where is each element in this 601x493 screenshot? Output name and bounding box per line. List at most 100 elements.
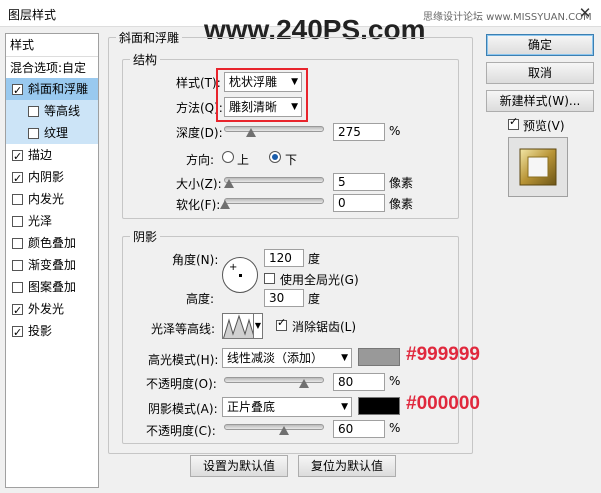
size-field[interactable]: 5	[333, 173, 385, 191]
angle-field[interactable]: 120	[264, 249, 304, 267]
chevron-down-icon: ▼	[341, 353, 348, 363]
sidebar-item-3[interactable]: 描边	[6, 144, 98, 168]
chevron-down-icon[interactable]: ▼	[254, 313, 263, 339]
sidebar-item-11[interactable]: 投影	[6, 320, 98, 344]
sidebar-item-label: 投影	[28, 324, 53, 338]
altitude-label: 高度:	[186, 292, 215, 306]
shadow-opacity-field[interactable]: 60	[333, 420, 385, 438]
sidebar-item-0[interactable]: 斜面和浮雕	[6, 78, 98, 102]
sidebar-item-checkbox[interactable]	[12, 215, 23, 227]
global-light-checkbox[interactable]	[264, 273, 275, 284]
direction-up-label: 上	[237, 153, 250, 167]
angle-unit: 度	[308, 252, 321, 266]
chevron-down-icon: ▼	[341, 402, 348, 412]
sidebar-item-checkbox[interactable]	[12, 146, 23, 168]
sidebar-item-6[interactable]: 光泽	[6, 210, 98, 232]
anti-alias-checkbox[interactable]	[276, 316, 287, 331]
new-style-button[interactable]: 新建样式(W)...	[486, 90, 594, 112]
sidebar-item-9[interactable]: 图案叠加	[6, 276, 98, 298]
sidebar-item-checkbox[interactable]	[12, 281, 23, 293]
depth-field[interactable]: 275	[333, 123, 385, 141]
shadow-color-swatch[interactable]	[358, 397, 400, 415]
highlight-opacity-field[interactable]: 80	[333, 373, 385, 391]
highlight-opacity-handle[interactable]	[299, 379, 309, 388]
sidebar-item-checkbox[interactable]	[12, 300, 23, 322]
size-slider-handle[interactable]	[224, 179, 234, 188]
cancel-button[interactable]: 取消	[486, 62, 594, 84]
sidebar-item-checkbox[interactable]	[12, 168, 23, 190]
soften-field[interactable]: 0	[333, 194, 385, 212]
sidebar-item-checkbox[interactable]	[12, 193, 23, 205]
sidebar-item-checkbox[interactable]	[12, 322, 23, 344]
highlight-opacity-label: 不透明度(O):	[146, 377, 217, 391]
styles-sidebar: 样式 混合选项:自定 斜面和浮雕等高线纹理描边内阴影内发光光泽颜色叠加渐变叠加图…	[5, 33, 99, 488]
size-slider[interactable]	[224, 177, 324, 183]
highlight-color-swatch[interactable]	[358, 348, 400, 366]
altitude-unit: 度	[308, 292, 321, 306]
sidebar-item-label: 外发光	[28, 302, 65, 316]
direction-down-radio[interactable]	[269, 151, 281, 163]
make-default-button[interactable]: 设置为默认值	[190, 455, 288, 477]
shadow-mode-select[interactable]: 正片叠底 ▼	[222, 397, 352, 417]
anti-alias-label: 消除锯齿(L)	[292, 320, 357, 334]
ok-button[interactable]: 确定	[486, 34, 594, 56]
shadow-mode-value: 正片叠底	[227, 400, 276, 414]
sidebar-item-7[interactable]: 颜色叠加	[6, 232, 98, 254]
direction-up-radio[interactable]	[222, 151, 234, 163]
sidebar-item-label: 斜面和浮雕	[28, 82, 89, 96]
highlight-opacity-unit: %	[389, 374, 401, 388]
direction-label: 方向:	[186, 153, 215, 167]
gloss-contour-picker[interactable]	[222, 313, 254, 339]
sidebar-item-label: 描边	[28, 148, 53, 162]
sidebar-item-1[interactable]: 等高线	[6, 100, 98, 122]
window-title: 图层样式	[8, 8, 57, 22]
sidebar-item-5[interactable]: 内发光	[6, 188, 98, 210]
contour-curve-icon	[223, 314, 253, 338]
altitude-field[interactable]: 30	[264, 289, 304, 307]
sidebar-item-10[interactable]: 外发光	[6, 298, 98, 322]
sidebar-item-2[interactable]: 纹理	[6, 122, 98, 144]
style-preview-thumbnail	[508, 137, 568, 197]
highlight-box	[216, 68, 308, 122]
depth-slider[interactable]	[224, 126, 324, 132]
soften-slider[interactable]	[224, 198, 324, 204]
sidebar-item-4[interactable]: 内阴影	[6, 166, 98, 190]
size-label: 大小(Z):	[176, 177, 222, 191]
sidebar-item-checkbox[interactable]	[12, 259, 23, 271]
sidebar-item-label: 内发光	[28, 192, 65, 206]
angle-center-dot	[239, 274, 242, 277]
highlight-mode-select[interactable]: 线性减淡（添加） ▼	[222, 348, 352, 368]
sidebar-item-label: 纹理	[44, 126, 69, 140]
sidebar-item-8[interactable]: 渐变叠加	[6, 254, 98, 276]
style-label: 样式(T):	[176, 76, 221, 90]
highlight-opacity-slider[interactable]	[224, 377, 324, 383]
shadow-opacity-handle[interactable]	[279, 426, 289, 435]
depth-unit: %	[389, 124, 401, 138]
angle-dial[interactable]: +	[222, 257, 258, 293]
soften-label: 软化(F):	[176, 198, 221, 212]
sidebar-item-checkbox[interactable]	[12, 80, 23, 102]
preview-checkbox[interactable]	[508, 115, 519, 130]
close-icon[interactable]: ✕	[574, 2, 596, 24]
sidebar-header[interactable]: 样式	[6, 34, 98, 56]
reset-default-button[interactable]: 复位为默认值	[298, 455, 396, 477]
sidebar-item-checkbox[interactable]	[28, 105, 39, 117]
shadow-mode-label: 阴影模式(A):	[148, 402, 218, 416]
highlight-color-annotation: #999999	[406, 344, 480, 365]
shading-title: 阴影	[130, 228, 161, 245]
sidebar-item-label: 内阴影	[28, 170, 65, 184]
shadow-opacity-slider[interactable]	[224, 424, 324, 430]
highlight-mode-value: 线性减淡（添加）	[227, 351, 324, 365]
sidebar-item-label: 光泽	[28, 214, 53, 228]
depth-slider-handle[interactable]	[246, 128, 256, 137]
depth-label: 深度(D):	[176, 126, 223, 140]
soften-unit: 像素	[389, 197, 414, 211]
preview-label: 预览(V)	[523, 119, 565, 133]
blend-options-item[interactable]: 混合选项:自定	[6, 56, 98, 78]
structure-title: 结构	[130, 51, 161, 68]
bevel-frame-preview-icon	[519, 148, 557, 186]
sidebar-item-checkbox[interactable]	[28, 127, 39, 139]
site-credit: 思缘设计论坛 www.MISSYUAN.COM	[423, 12, 592, 23]
soften-slider-handle[interactable]	[220, 200, 230, 209]
sidebar-item-checkbox[interactable]	[12, 237, 23, 249]
